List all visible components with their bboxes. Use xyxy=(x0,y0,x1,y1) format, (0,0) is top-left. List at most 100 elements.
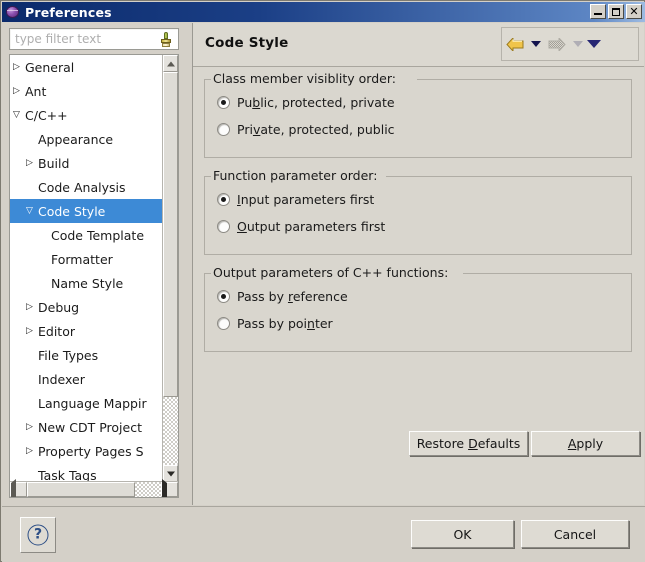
sidebar-item-appearance[interactable]: Appearance xyxy=(10,127,163,151)
tree-twisty-collapsed-icon[interactable]: ▷ xyxy=(23,446,36,456)
tree-twisty-expanded-icon[interactable]: ▽ xyxy=(10,110,23,120)
sidebar-item-code-style[interactable]: ▽ Code Style xyxy=(10,199,163,223)
sidebar-item-code-analysis[interactable]: Code Analysis xyxy=(10,175,163,199)
help-question-icon: ? xyxy=(27,524,49,546)
close-icon: ✕ xyxy=(629,5,639,18)
group-output-parameters-cpp: Output parameters of C++ functions: Pass… xyxy=(204,265,632,352)
tree-twisty-collapsed-icon[interactable]: ▷ xyxy=(10,86,23,96)
tree-twisty-collapsed-icon[interactable]: ▷ xyxy=(23,302,36,312)
sidebar-item-editor[interactable]: ▷ Editor xyxy=(10,319,163,343)
group-class-member-visibility-order: Class member visiblity order: Public, pr… xyxy=(204,71,632,158)
back-arrow-icon xyxy=(506,36,524,53)
tree-twisty-collapsed-icon[interactable]: ▷ xyxy=(10,62,23,72)
sidebar-item-ant[interactable]: ▷ Ant xyxy=(10,79,163,103)
sidebar-item-property-pages-s[interactable]: ▷ Property Pages S xyxy=(10,439,163,463)
sidebar-item-build[interactable]: ▷ Build xyxy=(10,151,163,175)
tree-vertical-scrollbar[interactable] xyxy=(162,55,178,482)
group-legend: Output parameters of C++ functions: xyxy=(213,265,449,280)
scroll-left-button[interactable] xyxy=(10,479,27,497)
sidebar-item-label: Language Mappir xyxy=(38,395,147,411)
tree-twisty-expanded-icon[interactable]: ▽ xyxy=(23,206,36,216)
filter-field-wrapper xyxy=(9,28,179,50)
sidebar-item-name-style[interactable]: Name Style xyxy=(10,271,163,295)
sidebar-item-formatter[interactable]: Formatter xyxy=(10,247,163,271)
sidebar-item-label: Code Analysis xyxy=(38,179,126,195)
radio-indicator[interactable] xyxy=(217,220,230,233)
minimize-icon xyxy=(594,13,602,15)
forward-button[interactable] xyxy=(544,31,570,57)
sidebar-item-general[interactable]: ▷ General xyxy=(10,55,163,79)
radio-private-protected-public[interactable]: Private, protected, public xyxy=(217,122,395,137)
sidebar-item-label: Name Style xyxy=(51,275,124,291)
sidebar-item-indexer[interactable]: Indexer xyxy=(10,367,163,391)
close-button[interactable]: ✕ xyxy=(626,4,642,19)
sidebar-item-label: Build xyxy=(38,155,70,171)
radio-indicator[interactable] xyxy=(217,123,230,136)
restore-defaults-button[interactable]: Restore Defaults xyxy=(409,431,528,456)
forward-history-dropdown[interactable] xyxy=(570,31,586,57)
apply-label: Apply xyxy=(567,436,604,451)
scroll-up-button[interactable] xyxy=(163,55,178,72)
ok-label: OK xyxy=(453,526,472,542)
chevron-left-icon xyxy=(11,479,16,497)
group-legend: Class member visiblity order: xyxy=(213,71,396,86)
sidebar-item-label: File Types xyxy=(38,347,99,363)
sidebar-item-label: New CDT Project xyxy=(38,419,142,435)
page-header: Code Style xyxy=(193,23,644,67)
search-input[interactable] xyxy=(15,32,157,46)
navigation-toolbar xyxy=(501,27,639,61)
tree-twisty-collapsed-icon[interactable]: ▷ xyxy=(23,422,36,432)
minimize-button[interactable] xyxy=(590,4,606,19)
sidebar-item-debug[interactable]: ▷ Debug xyxy=(10,295,163,319)
radio-indicator[interactable] xyxy=(217,290,230,303)
vertical-scroll-thumb[interactable] xyxy=(163,72,178,397)
sidebar-item-label: Formatter xyxy=(51,251,113,267)
tree-twisty-collapsed-icon[interactable]: ▷ xyxy=(23,326,36,336)
help-button[interactable]: ? xyxy=(20,517,56,553)
restore-defaults-label: Restore Defaults xyxy=(416,436,521,451)
chevron-down-icon xyxy=(166,471,175,476)
sidebar-item-label: C/C++ xyxy=(25,107,68,123)
sidebar-item-new-cdt-project[interactable]: ▷ New CDT Project xyxy=(10,415,163,439)
scroll-right-button[interactable] xyxy=(161,479,178,497)
sidebar-item-label: Debug xyxy=(38,299,80,315)
apply-button[interactable]: Apply xyxy=(531,431,640,456)
chevron-down-icon xyxy=(587,40,601,48)
sidebar-item-label: Indexer xyxy=(38,371,85,387)
back-history-dropdown[interactable] xyxy=(528,31,544,57)
cancel-button[interactable]: Cancel xyxy=(521,520,629,548)
dialog-body: ▷General▷Ant▽C/C++Appearance▷BuildCode A… xyxy=(2,22,645,506)
radio-label: Input parameters first xyxy=(237,192,375,207)
radio-indicator[interactable] xyxy=(217,193,230,206)
radio-indicator[interactable] xyxy=(217,96,230,109)
clear-filter-brush-icon[interactable] xyxy=(158,31,174,48)
radio-output-parameters-first[interactable]: Output parameters first xyxy=(217,219,385,234)
radio-indicator[interactable] xyxy=(217,317,230,330)
tree-horizontal-scrollbar[interactable] xyxy=(10,479,178,497)
navigation-pane: ▷General▷Ant▽C/C++Appearance▷BuildCode A… xyxy=(5,23,191,504)
radio-public-protected-private[interactable]: Public, protected, private xyxy=(217,95,395,110)
ok-button[interactable]: OK xyxy=(411,520,514,548)
sidebar-item-c-c[interactable]: ▽ C/C++ xyxy=(10,103,163,127)
view-menu-button[interactable] xyxy=(586,31,602,57)
chevron-down-icon xyxy=(531,41,541,47)
sidebar-item-file-types[interactable]: File Types xyxy=(10,343,163,367)
forward-arrow-icon xyxy=(548,36,566,53)
sidebar-item-task-tags[interactable]: Task Tags xyxy=(10,463,163,483)
radio-pass-by-reference[interactable]: Pass by reference xyxy=(217,289,348,304)
radio-label: Pass by reference xyxy=(237,289,348,304)
window-controls: ✕ xyxy=(590,4,642,19)
maximize-icon xyxy=(612,8,620,16)
sidebar-item-label: Task Tags xyxy=(38,467,97,483)
maximize-button[interactable] xyxy=(608,4,624,19)
sidebar-item-label: Property Pages S xyxy=(38,443,144,459)
sidebar-item-code-template[interactable]: Code Template xyxy=(10,223,163,247)
radio-pass-by-pointer[interactable]: Pass by pointer xyxy=(217,316,333,331)
vertical-scroll-track[interactable] xyxy=(163,397,178,465)
horizontal-scroll-thumb[interactable] xyxy=(27,482,135,497)
sidebar-item-label: Ant xyxy=(25,83,47,99)
back-button[interactable] xyxy=(502,31,528,57)
tree-twisty-collapsed-icon[interactable]: ▷ xyxy=(23,158,36,168)
sidebar-item-language-mappir[interactable]: Language Mappir xyxy=(10,391,163,415)
radio-input-parameters-first[interactable]: Input parameters first xyxy=(217,192,374,207)
